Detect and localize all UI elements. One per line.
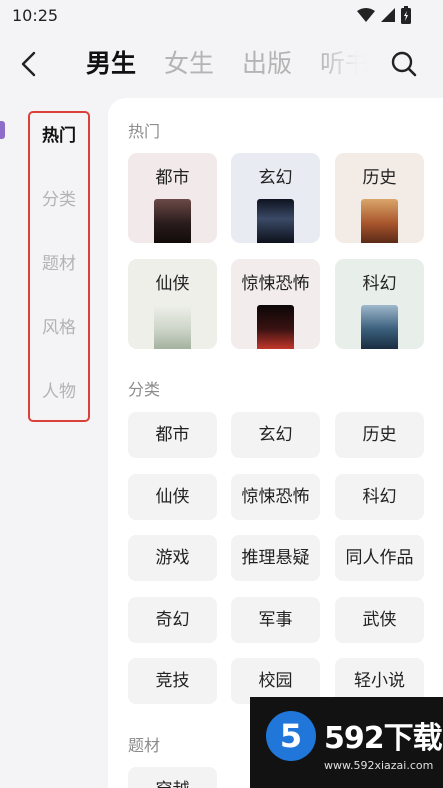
- watermark-logo: 5 592下载 www.592xiazai.com: [250, 697, 443, 788]
- category-chip[interactable]: 游戏: [128, 535, 217, 581]
- category-chip[interactable]: 都市: [128, 412, 217, 458]
- search-icon[interactable]: [389, 49, 419, 79]
- section-title-hot: 热门: [128, 122, 161, 141]
- theme-chip[interactable]: 穿越: [128, 767, 217, 788]
- hot-card-label: 历史: [362, 168, 397, 188]
- rail-item-category[interactable]: 分类: [30, 185, 88, 210]
- book-cover-image: [257, 199, 294, 243]
- watermark-badge: 5: [266, 711, 316, 761]
- category-chip[interactable]: 历史: [335, 412, 424, 458]
- wifi-icon: [357, 8, 375, 22]
- signal-icon: [381, 8, 395, 22]
- book-cover-image: [154, 199, 191, 243]
- content-panel: 热门 都市 玄幻 历史 仙侠 惊悚恐怖 科幻 分类 都市 玄幻 历史 仙侠 惊悚…: [108, 98, 443, 788]
- rail-active-indicator: [0, 121, 5, 139]
- hot-card-history[interactable]: 历史: [335, 153, 424, 243]
- book-cover-image: [361, 199, 398, 243]
- category-chip[interactable]: 玄幻: [231, 412, 320, 458]
- hot-card-horror[interactable]: 惊悚恐怖: [231, 259, 320, 349]
- category-chip[interactable]: 武侠: [335, 597, 424, 643]
- tab-male[interactable]: 男生: [86, 44, 136, 84]
- category-chip[interactable]: 奇幻: [128, 597, 217, 643]
- tab-female[interactable]: 女生: [164, 44, 214, 84]
- watermark-brand: 592下载: [324, 721, 443, 756]
- hot-card-xianxia[interactable]: 仙侠: [128, 259, 217, 349]
- hot-card-label: 仙侠: [155, 274, 190, 294]
- battery-icon: [401, 6, 411, 24]
- book-cover-image: [361, 305, 398, 349]
- section-title-theme: 题材: [128, 736, 161, 755]
- hot-card-label: 科幻: [362, 274, 397, 294]
- hot-card-scifi[interactable]: 科幻: [335, 259, 424, 349]
- book-cover-image: [257, 305, 294, 349]
- tab-bar: 男生 女生 出版 听书: [86, 44, 370, 84]
- section-title-category: 分类: [128, 380, 161, 399]
- status-bar: 10:25: [0, 0, 443, 32]
- watermark-badge-text: 5: [279, 717, 303, 755]
- hot-card-label: 惊悚恐怖: [241, 274, 310, 294]
- category-chip[interactable]: 推理悬疑: [231, 535, 320, 581]
- top-nav: 男生 女生 出版 听书: [0, 36, 443, 92]
- category-chip[interactable]: 仙侠: [128, 474, 217, 520]
- hot-card-label: 玄幻: [258, 168, 293, 188]
- hot-card-label: 都市: [155, 168, 190, 188]
- category-chip[interactable]: 科幻: [335, 474, 424, 520]
- rail-item-hot[interactable]: 热门: [30, 121, 88, 146]
- status-time: 10:25: [12, 6, 59, 25]
- category-chip[interactable]: 竞技: [128, 658, 217, 704]
- category-chip[interactable]: 同人作品: [335, 535, 424, 581]
- tab-publishing[interactable]: 出版: [242, 44, 292, 84]
- rail-item-character[interactable]: 人物: [30, 377, 88, 402]
- watermark-url: www.592xiazai.com: [324, 759, 434, 772]
- book-cover-image: [154, 305, 191, 349]
- category-rail: 热门 分类 题材 风格 人物: [28, 111, 90, 422]
- back-icon[interactable]: [14, 48, 46, 80]
- hot-card-fantasy[interactable]: 玄幻: [231, 153, 320, 243]
- tab-audiobook[interactable]: 听书: [320, 44, 370, 84]
- category-chip[interactable]: 惊悚恐怖: [231, 474, 320, 520]
- status-icons: [357, 6, 411, 24]
- category-chip[interactable]: 军事: [231, 597, 320, 643]
- rail-item-theme[interactable]: 题材: [30, 249, 88, 274]
- rail-item-style[interactable]: 风格: [30, 313, 88, 338]
- hot-card-urban[interactable]: 都市: [128, 153, 217, 243]
